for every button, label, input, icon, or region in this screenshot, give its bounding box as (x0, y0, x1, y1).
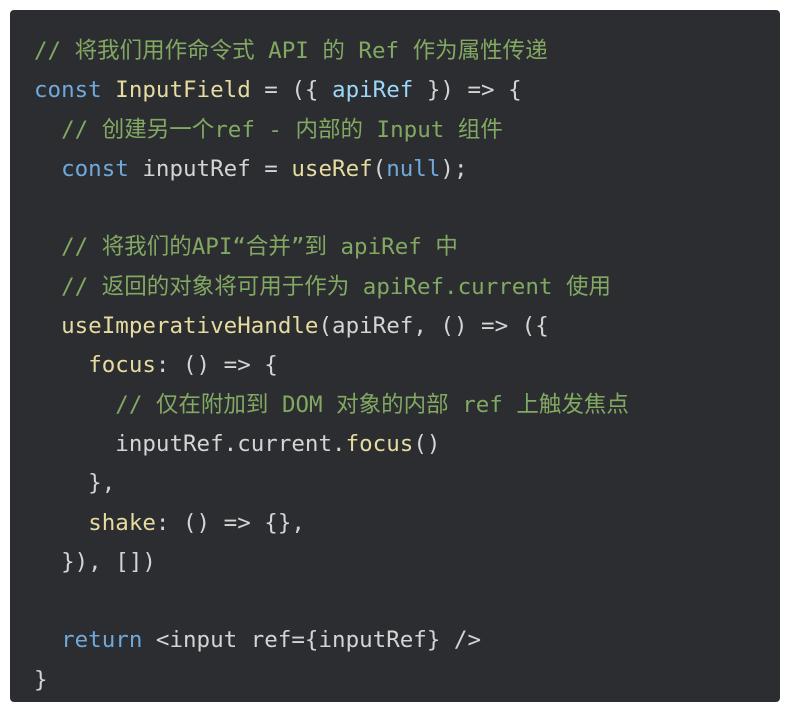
code-token-punct: }, (34, 470, 116, 497)
code-token-punct: = (250, 155, 292, 182)
code-line: // 返回的对象将可用于作为 apiRef.current 使用 (34, 268, 780, 307)
code-token-punct (34, 352, 88, 378)
code-token-punct: . (332, 430, 346, 457)
code-token-punct (34, 234, 61, 260)
code-token-punct (34, 117, 61, 143)
code-token-punct: }) => { (413, 77, 522, 104)
code-block: // 将我们用作命令式 API 的 Ref 作为属性传递 const InputF… (10, 10, 780, 702)
code-token-punct: ( (372, 155, 387, 182)
code-token-ident: inputRef (115, 430, 224, 457)
code-line: inputRef.current.focus() (34, 425, 780, 464)
code-token-punct (34, 392, 115, 418)
code-token-comment: // 创建另一个ref - 内部的 Input 组件 (61, 116, 503, 143)
code-token-comment: // 仅在附加到 DOM 对象的内部 ref 上触发焦点 (115, 391, 629, 418)
code-line: }, (34, 464, 780, 503)
code-line: const inputRef = useRef(null); (34, 150, 780, 189)
code-token-keyword: const (61, 155, 129, 182)
code-line: // 将我们用作命令式 API 的 Ref 作为属性传递 (34, 32, 780, 71)
code-token-punct: }), []) (34, 548, 156, 575)
code-token-keyword: const (34, 77, 102, 104)
code-token-punct (34, 313, 61, 339)
code-line: // 将我们的API“合并”到 apiRef 中 (34, 228, 780, 267)
code-token-comment: // 将我们的API“合并”到 apiRef 中 (61, 234, 458, 261)
code-token-func: focus (345, 430, 414, 457)
code-token-punct: = ({ (250, 77, 333, 104)
code-line: } (34, 661, 780, 700)
code-token-ident: current (237, 430, 333, 457)
code-token-punct: : () => { (155, 352, 278, 379)
code-token-punct (142, 627, 156, 653)
code-token-keyword: return (61, 627, 143, 654)
code-token-prop: shake (88, 509, 156, 536)
code-token-comment: // 将我们用作命令式 API 的 Ref 作为属性传递 (34, 38, 548, 64)
code-token-prop: focus (88, 352, 156, 379)
code-line: // 仅在附加到 DOM 对象的内部 ref 上触发焦点 (34, 386, 780, 425)
code-line: }), []) (34, 543, 780, 582)
code-token-punct: () (413, 430, 441, 457)
code-token-var: apiRef (332, 77, 414, 104)
code-token-punct (34, 274, 61, 300)
code-line: return <input ref={inputRef} /> (34, 621, 780, 660)
code-token-punct (34, 510, 88, 536)
code-line: useImperativeHandle(apiRef, () => ({ (34, 307, 780, 346)
code-line: focus: () => { (34, 346, 780, 385)
code-token-punct: ( (318, 313, 333, 340)
code-line: shake: () => {}, (34, 504, 780, 543)
code-token-punct (129, 156, 143, 182)
code-token-tag: <input ref={inputRef} /> (155, 627, 482, 654)
code-line: // 创建另一个ref - 内部的 Input 组件 (34, 111, 780, 150)
code-token-punct (34, 156, 61, 182)
code-token-punct (34, 627, 61, 653)
code-token-punct: : () => {}, (155, 509, 305, 536)
code-token-punct (34, 431, 115, 457)
code-token-func: useImperativeHandle (61, 313, 319, 340)
code-token-func: useRef (291, 155, 373, 182)
code-token-punct: ); (440, 155, 468, 182)
code-token-comment: // 返回的对象将可用于作为 apiRef.current 使用 (61, 273, 611, 300)
code-token-punct: , () => ({ (413, 313, 549, 340)
code-token-punct (102, 77, 116, 103)
code-token-punct: . (223, 430, 238, 457)
code-line: const InputField = ({ apiRef }) => { (34, 71, 780, 110)
code-token-punct: } (34, 666, 48, 693)
code-token-literal: null (386, 155, 441, 182)
code-token-type: InputField (115, 77, 251, 104)
code-token-ident: inputRef (142, 155, 251, 182)
code-token-ident: apiRef (332, 313, 414, 340)
